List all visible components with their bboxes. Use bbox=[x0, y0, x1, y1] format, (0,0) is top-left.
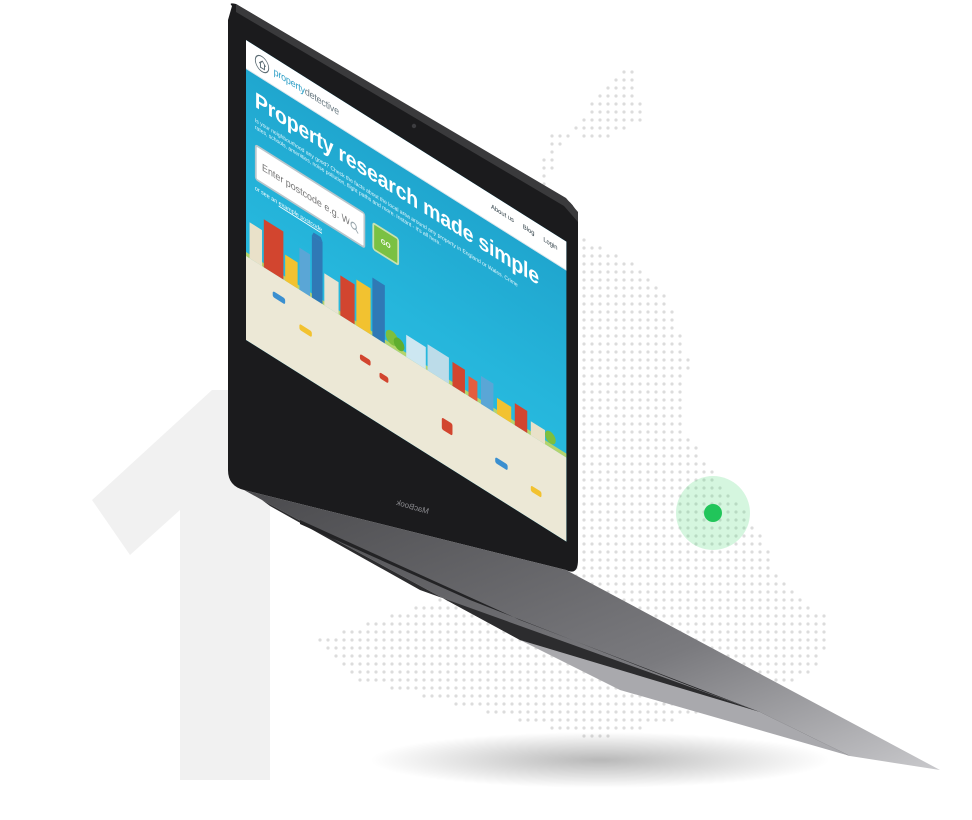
website-viewport: propertydetective About us Blog Login Pr… bbox=[246, 40, 567, 542]
location-dot-icon bbox=[676, 476, 750, 550]
nav-login[interactable]: Login bbox=[543, 236, 557, 252]
search-icon bbox=[350, 217, 359, 234]
city-illustration bbox=[246, 190, 566, 542]
nav-about-us[interactable]: About us bbox=[491, 203, 514, 224]
house-icon bbox=[254, 51, 270, 77]
logo-name-bold: property bbox=[273, 65, 305, 97]
location-dot-core bbox=[704, 504, 722, 522]
nav-blog[interactable]: Blog bbox=[523, 223, 535, 237]
logo-name-thin: detective bbox=[304, 85, 339, 118]
laptop-device: MacBook propertydetective About us Blog … bbox=[0, 0, 972, 820]
laptop-screen: propertydetective About us Blog Login Pr… bbox=[246, 40, 567, 542]
go-button[interactable]: GO bbox=[372, 221, 400, 267]
